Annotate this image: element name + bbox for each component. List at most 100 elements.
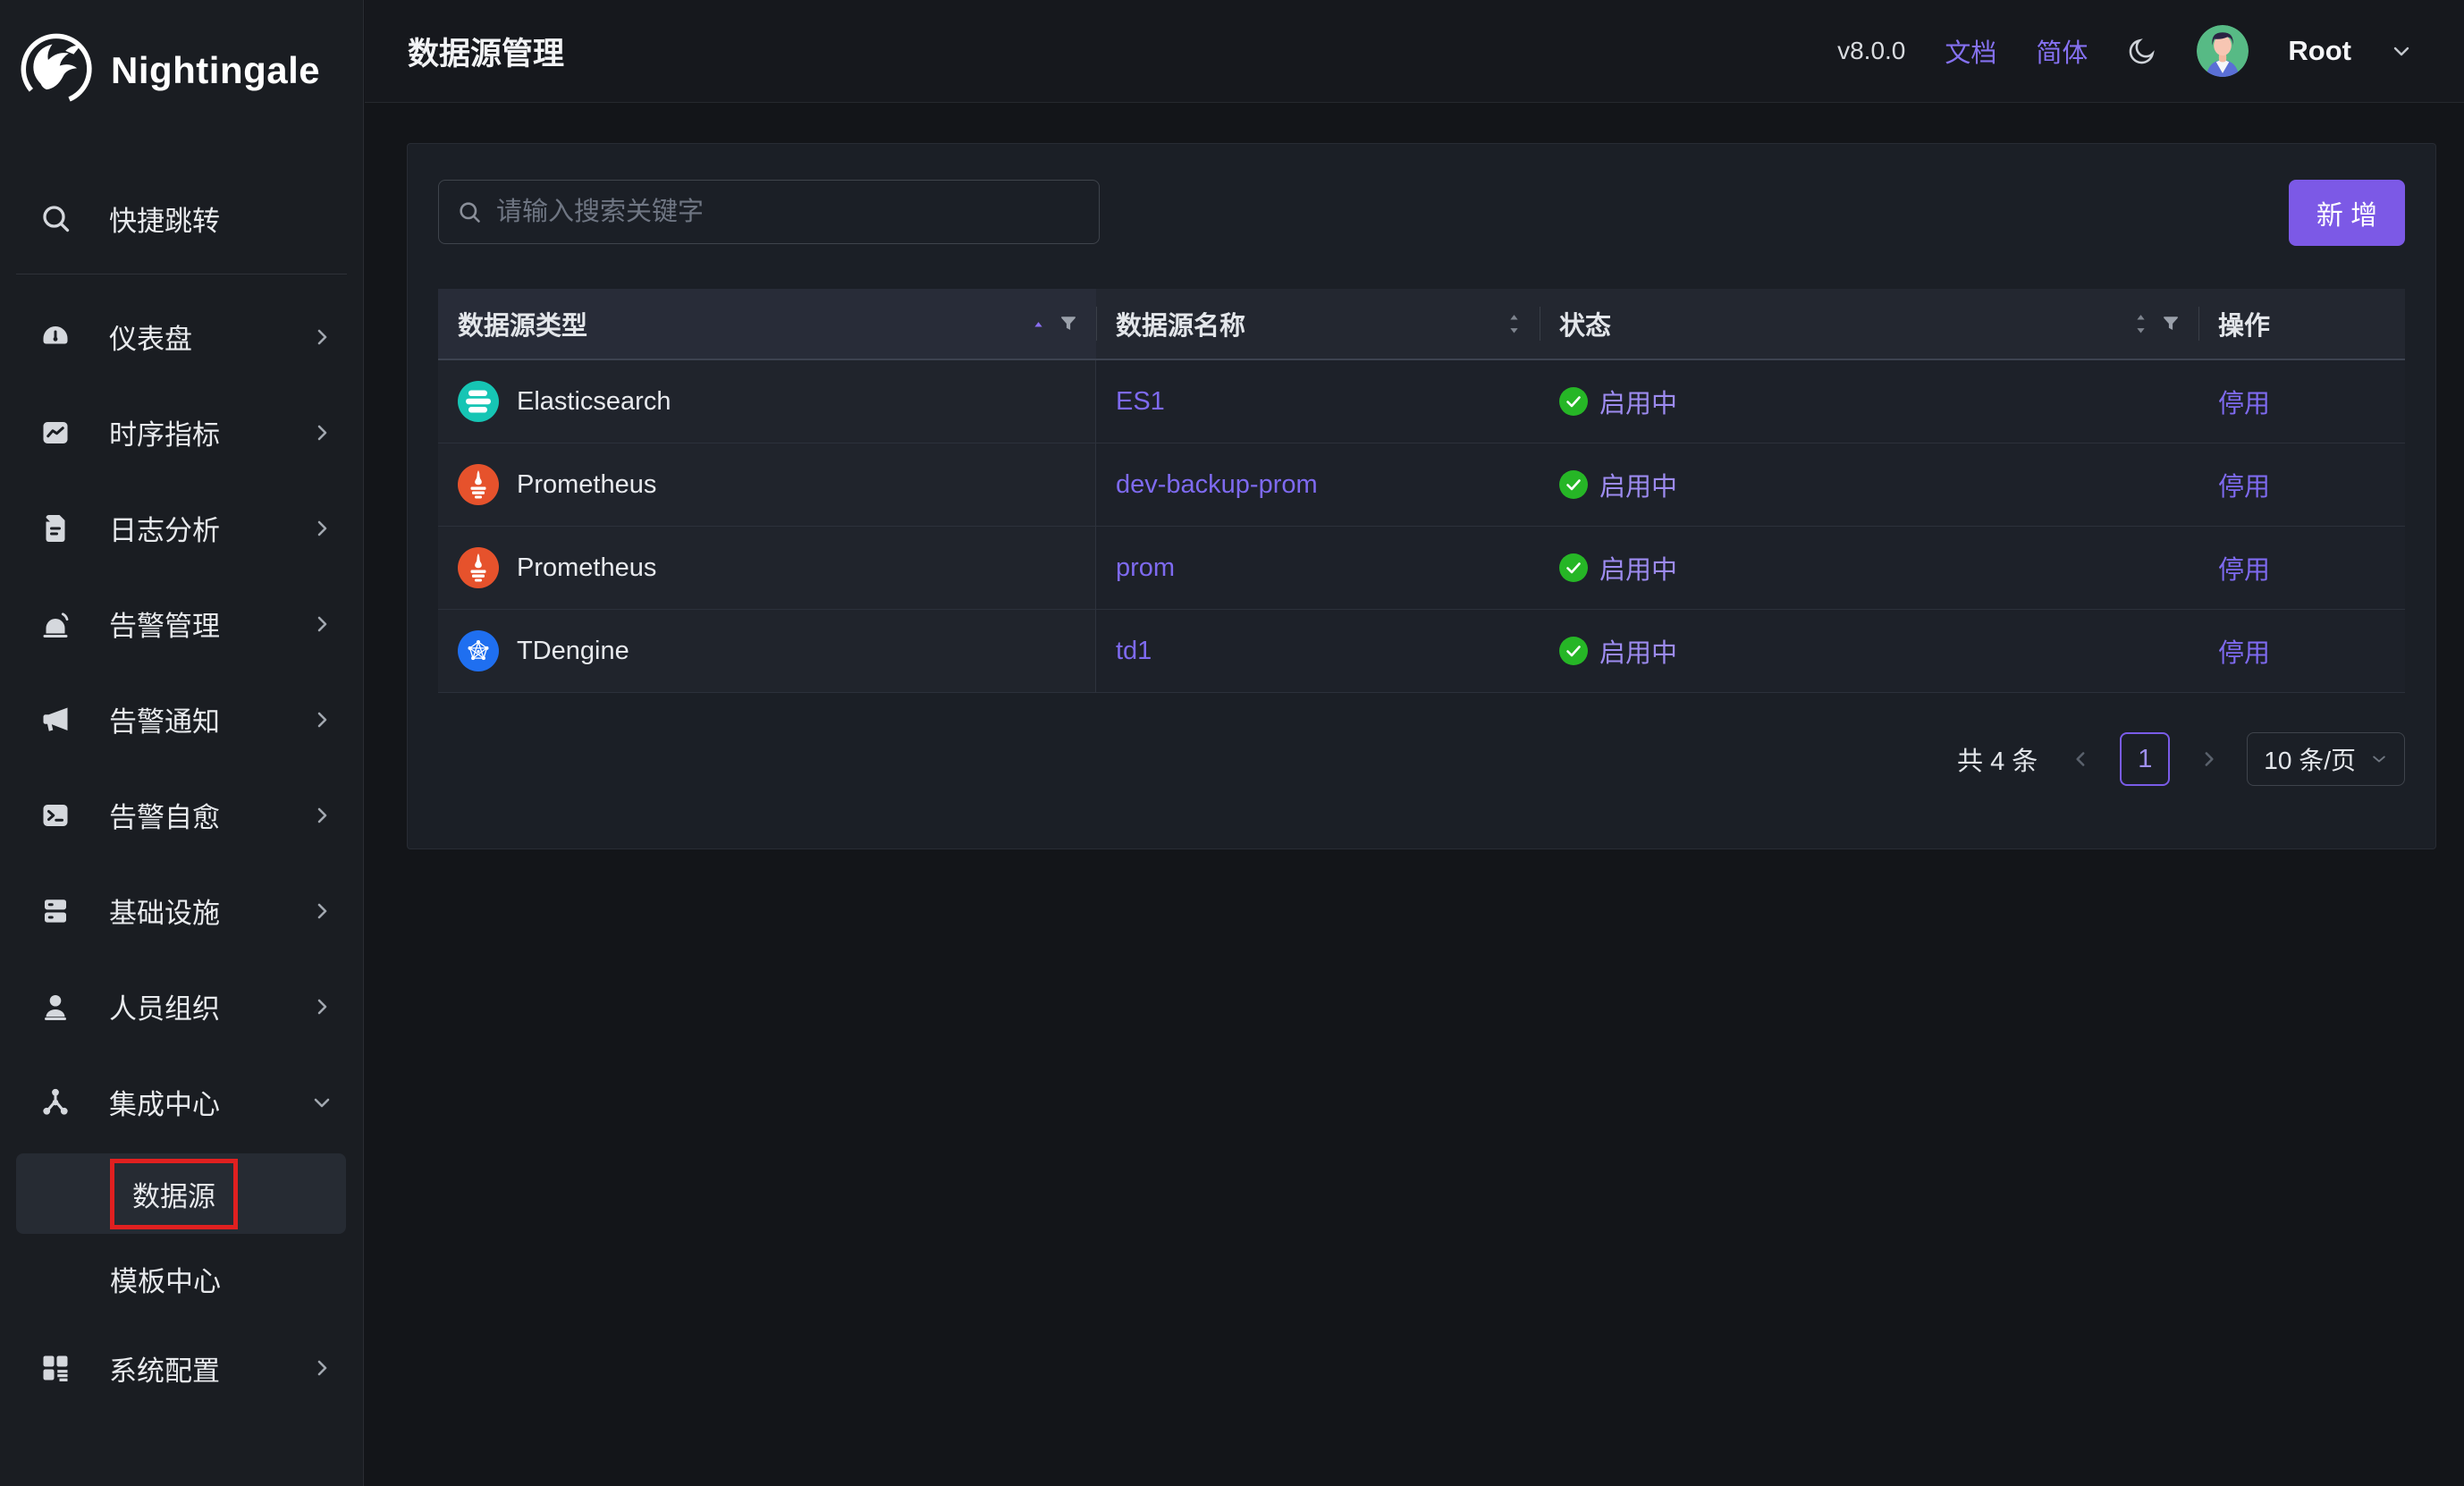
sidebar-item-logs[interactable]: 日志分析 [0,480,363,576]
toolbar: 新 增 [438,180,2405,246]
chevron-right-icon [311,996,333,1017]
status-cell: 启用中 [1540,610,2198,693]
datasource-type-label: Elasticsearch [517,387,671,417]
topbar-right: v8.0.0 文档 简体 Root [1837,25,2412,77]
table-row: Prometheusprom启用中停用 [438,527,2405,610]
disable-link[interactable]: 停用 [2218,383,2270,420]
prev-page-icon[interactable] [2070,747,2093,771]
chevron-right-icon [311,1357,333,1379]
pagination-total: 共 4 条 [1957,740,2038,778]
sidebar-item-quick-jump[interactable]: 快捷跳转 [0,179,363,258]
check-circle-icon [1559,637,1588,665]
sorter-icon[interactable] [1506,311,1522,336]
chevron-right-icon [311,900,333,922]
disable-link[interactable]: 停用 [2218,549,2270,587]
page-size-select[interactable]: 10 条/页 [2247,732,2405,786]
app-logo[interactable]: Nightingale [0,0,363,118]
table-row: TDengine td1 启用中停用 [438,610,2405,693]
table-body: ElasticsearchES1启用中停用Prometheusdev-backu… [438,360,2405,693]
tdengine-icon [458,630,499,671]
username[interactable]: Root [2288,35,2351,67]
sidebar-item-sysconfig[interactable]: 系统配置 [0,1323,363,1413]
top-bar: 数据源管理 v8.0.0 文档 简体 Root [365,0,2464,103]
docs-link[interactable]: 文档 [1945,32,1996,70]
sidebar-item-label: 模板中心 [110,1259,221,1299]
filter-funnel-icon[interactable] [1059,314,1078,334]
datasource-name-link[interactable]: dev-backup-prom [1116,470,1318,500]
check-circle-icon [1559,470,1588,499]
chevron-down-icon [311,1092,333,1113]
prometheus-icon [458,547,499,588]
search-input[interactable] [494,197,1081,228]
datasource-name-link[interactable]: ES1 [1116,387,1165,417]
disable-link[interactable]: 停用 [2218,466,2270,503]
sidebar-item-alerts[interactable]: 告警管理 [0,576,363,671]
sidebar-item-notify[interactable]: 告警通知 [0,671,363,767]
document-icon [39,511,73,545]
status-badge: 启用中 [1599,466,1677,503]
datasource-name-cell: prom [1096,527,1540,610]
sidebar-item-label: 日志分析 [109,508,220,548]
sort-ascending-icon[interactable] [1031,318,1046,330]
search-box[interactable] [438,180,1100,244]
datasource-name-link[interactable]: td1 [1116,637,1152,666]
sidebar-item-metrics[interactable]: 时序指标 [0,384,363,480]
table-row: Prometheusdev-backup-prom启用中停用 [438,443,2405,527]
column-header-3[interactable]: 状态 [1540,289,2198,359]
nightingale-bird-icon [16,30,98,112]
column-header-2[interactable]: 数据源名称 [1096,289,1540,359]
page-number[interactable]: 1 [2120,732,2170,786]
person-icon [39,990,73,1024]
datasource-type-cell: TDengine [438,610,1096,693]
table-row: Elasticsearch ES1 启用中 停用 [438,360,2405,443]
chevron-right-icon [311,518,333,539]
sidebar-item-integration[interactable]: 集成中心 [0,1054,363,1150]
sidebar-item-template-center[interactable]: 模板中心 [16,1234,346,1323]
sidebar-item-label: 集成中心 [109,1082,220,1122]
column-header-1[interactable]: 数据源类型 [438,289,1096,359]
search-icon [39,201,73,235]
status-cell: 启用中 [1540,360,2198,443]
page-title: 数据源管理 [408,29,564,74]
sidebar-item-infra[interactable]: 基础设施 [0,863,363,958]
next-page-icon[interactable] [2197,747,2220,771]
server-icon [39,894,73,928]
chevron-right-icon [311,709,333,730]
filter-funnel-icon[interactable] [2161,314,2181,334]
sidebar-item-datasource[interactable]: 数据源 [16,1153,346,1234]
datasource-name-link[interactable]: prom [1116,553,1175,583]
status-badge: 启用中 [1599,549,1677,587]
molecule-icon [39,1085,73,1119]
datasource-name-cell: dev-backup-prom [1096,443,1540,527]
user-avatar[interactable] [2197,25,2249,77]
chevron-down-icon[interactable] [2391,40,2412,62]
status-badge: 启用中 [1599,383,1677,420]
table-header-row: 数据源类型数据源名称状态 操作 [438,289,2405,360]
dark-mode-moon-icon[interactable] [2127,36,2157,66]
column-header-4: 操作 [2198,289,2405,359]
datasource-name-cell: ES1 [1096,360,1540,443]
language-toggle[interactable]: 简体 [2036,32,2088,70]
add-button[interactable]: 新 增 [2289,180,2405,246]
action-cell: 停用 [2198,527,2405,610]
chevron-down-icon [2370,750,2388,768]
sidebar-item-dashboard[interactable]: 仪表盘 [0,289,363,384]
datasource-type-label: TDengine [517,637,629,666]
chevron-right-icon [311,422,333,443]
column-label: 状态 [1559,305,1611,342]
sidebar-item-label: 基础设施 [109,891,220,931]
chevron-right-icon [311,805,333,826]
datasource-table: 数据源类型数据源名称状态操作 ElasticsearchES1启用中停用Prom… [438,289,2405,693]
status-cell: 启用中 [1540,527,2198,610]
sorter-icon[interactable] [2133,311,2148,336]
datasource-name-cell: td1 [1096,610,1540,693]
main-area: 数据源管理 v8.0.0 文档 简体 Root [365,0,2464,1486]
chart-line-icon [39,416,73,450]
disable-link[interactable]: 停用 [2218,632,2270,670]
action-cell: 停用 [2198,610,2405,693]
sidebar-item-people[interactable]: 人员组织 [0,958,363,1054]
sidebar-item-self-heal[interactable]: 告警自愈 [0,767,363,863]
chevron-right-icon [311,326,333,348]
sidebar-item-label: 时序指标 [109,412,220,452]
page-size-value: 10 条/页 [2264,741,2356,777]
